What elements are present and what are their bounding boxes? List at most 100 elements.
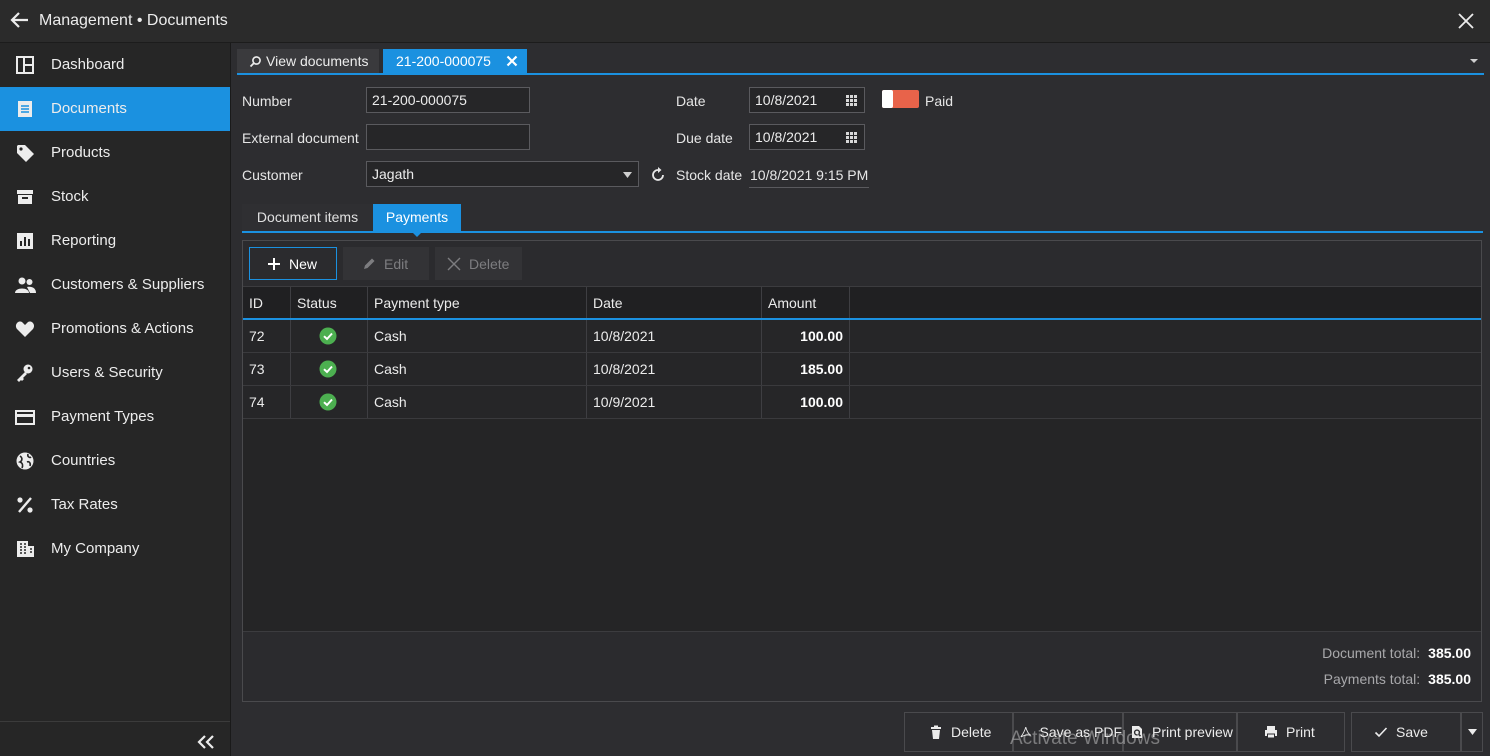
printer-icon — [1265, 726, 1277, 739]
document-icon — [18, 101, 32, 117]
customer-select[interactable]: Jagath — [366, 161, 639, 187]
sidebar-item-stock[interactable]: Stock — [0, 175, 230, 219]
document-total-value: 385.00 — [1428, 645, 1471, 661]
table-row[interactable]: 73 Cash 10/8/2021 185.00 — [243, 353, 1481, 386]
toggle-knob — [882, 90, 893, 108]
title-bar: Management • Documents — [0, 0, 1490, 43]
tab-view-documents[interactable]: View documents — [237, 49, 379, 73]
number-field[interactable]: 21-200-000075 — [366, 87, 530, 113]
print-button[interactable]: Print — [1237, 712, 1345, 752]
sidebar-item-customers[interactable]: Customers & Suppliers — [0, 263, 230, 307]
sidebar-item-tax-rates[interactable]: Tax Rates — [0, 483, 230, 527]
due-date-field[interactable]: 10/8/2021 — [749, 124, 865, 150]
sidebar-item-label: Reporting — [51, 232, 117, 249]
sidebar-item-my-company[interactable]: My Company — [0, 527, 230, 571]
tabs-dropdown-icon[interactable] — [1469, 57, 1479, 65]
number-label: Number — [242, 93, 292, 109]
document-total-label: Document total: — [1322, 645, 1421, 661]
cell-filler — [850, 353, 1481, 385]
sidebar-item-dashboard[interactable]: Dashboard — [0, 43, 230, 87]
cell-date: 10/9/2021 — [587, 386, 762, 418]
close-icon — [447, 257, 461, 270]
tab-label: View documents — [266, 53, 369, 69]
sidebar-item-products[interactable]: Products — [0, 131, 230, 175]
cell-id: 73 — [243, 353, 291, 385]
close-icon[interactable] — [1455, 10, 1477, 32]
calendar-icon[interactable] — [845, 131, 858, 144]
payments-total-value: 385.00 — [1428, 671, 1471, 687]
credit-card-icon — [15, 410, 35, 425]
save-button[interactable]: Save — [1351, 712, 1461, 752]
key-icon — [17, 364, 33, 382]
arrow-left-icon[interactable] — [9, 9, 31, 31]
external-document-field[interactable] — [366, 124, 530, 150]
double-chevron-left-icon[interactable] — [196, 734, 216, 750]
table-header: ID Status Payment type Date Amount — [243, 287, 1481, 320]
bar-chart-icon — [17, 233, 33, 249]
document-tabs: View documents 21-200-000075 — [237, 49, 1484, 75]
sidebar-item-label: Dashboard — [51, 56, 125, 73]
sidebar-item-users-security[interactable]: Users & Security — [0, 351, 230, 395]
cell-filler — [850, 320, 1481, 352]
due-date-label: Due date — [676, 130, 733, 146]
customer-label: Customer — [242, 167, 303, 183]
cell-date: 10/8/2021 — [587, 353, 762, 385]
column-header-id[interactable]: ID — [243, 287, 291, 318]
sidebar-item-label: My Company — [51, 540, 140, 557]
payments-table: ID Status Payment type Date Amount 72 Ca… — [243, 287, 1481, 419]
calendar-icon[interactable] — [845, 94, 858, 107]
users-icon — [15, 277, 36, 293]
tab-current-document[interactable]: 21-200-000075 — [383, 49, 527, 73]
chevron-down-icon — [1468, 729, 1477, 735]
column-header-date[interactable]: Date — [587, 287, 762, 318]
paid-toggle[interactable] — [882, 90, 919, 108]
delete-document-button[interactable]: Delete — [904, 712, 1013, 752]
sidebar-collapse-bar[interactable] — [0, 721, 230, 756]
payments-total-label: Payments total: — [1323, 671, 1421, 687]
sidebar-item-countries[interactable]: Countries — [0, 439, 230, 483]
percent-icon — [17, 497, 33, 513]
sidebar-item-label: Products — [51, 144, 111, 161]
save-options-dropdown[interactable] — [1461, 712, 1483, 752]
table-row[interactable]: 74 Cash 10/9/2021 100.00 — [243, 386, 1481, 419]
cell-filler — [850, 386, 1481, 418]
trash-icon — [931, 725, 941, 739]
checkmark-icon — [1374, 727, 1388, 738]
edit-button[interactable]: Edit — [343, 247, 429, 280]
sidebar-item-label: Customers & Suppliers — [51, 276, 205, 293]
totals-footer: Document total: 385.00 Payments total: 385… — [243, 631, 1481, 701]
stock-date-field[interactable]: 10/8/2021 9:15 PM — [749, 162, 869, 188]
sidebar-item-label: Promotions & Actions — [51, 320, 194, 337]
cell-payment-type: Cash — [368, 353, 587, 385]
column-header-payment-type[interactable]: Payment type — [368, 287, 587, 318]
due-date-value: 10/8/2021 — [755, 129, 818, 145]
dashboard-icon — [16, 56, 34, 74]
sidebar-item-documents[interactable]: Documents — [0, 87, 230, 131]
cell-amount: 185.00 — [762, 353, 850, 385]
heart-icon — [15, 321, 35, 337]
date-field[interactable]: 10/8/2021 — [749, 87, 865, 113]
cell-payment-type: Cash — [368, 386, 587, 418]
plus-icon — [268, 257, 280, 270]
print-preview-label: Print preview — [1152, 724, 1233, 740]
delete-button[interactable]: Delete — [435, 247, 522, 280]
sidebar-item-payment-types[interactable]: Payment Types — [0, 395, 230, 439]
close-tab-icon[interactable] — [505, 54, 519, 68]
date-label: Date — [676, 93, 706, 109]
tab-payments[interactable]: Payments — [373, 204, 461, 237]
column-header-amount[interactable]: Amount — [762, 287, 850, 318]
sidebar-item-reporting[interactable]: Reporting — [0, 219, 230, 263]
archive-box-icon — [17, 190, 33, 204]
new-button[interactable]: New — [249, 247, 337, 280]
document-total: Document total: 385.00 — [1322, 645, 1471, 661]
cell-status — [291, 353, 368, 385]
column-header-status[interactable]: Status — [291, 287, 368, 318]
sidebar-item-promotions[interactable]: Promotions & Actions — [0, 307, 230, 351]
tab-document-items[interactable]: Document items — [242, 204, 373, 231]
table-row[interactable]: 72 Cash 10/8/2021 100.00 — [243, 320, 1481, 353]
refresh-icon[interactable] — [649, 166, 667, 184]
cell-status — [291, 320, 368, 352]
sidebar-item-label: Payment Types — [51, 408, 155, 425]
cell-date: 10/8/2021 — [587, 320, 762, 352]
stock-date-label: Stock date — [676, 167, 743, 183]
